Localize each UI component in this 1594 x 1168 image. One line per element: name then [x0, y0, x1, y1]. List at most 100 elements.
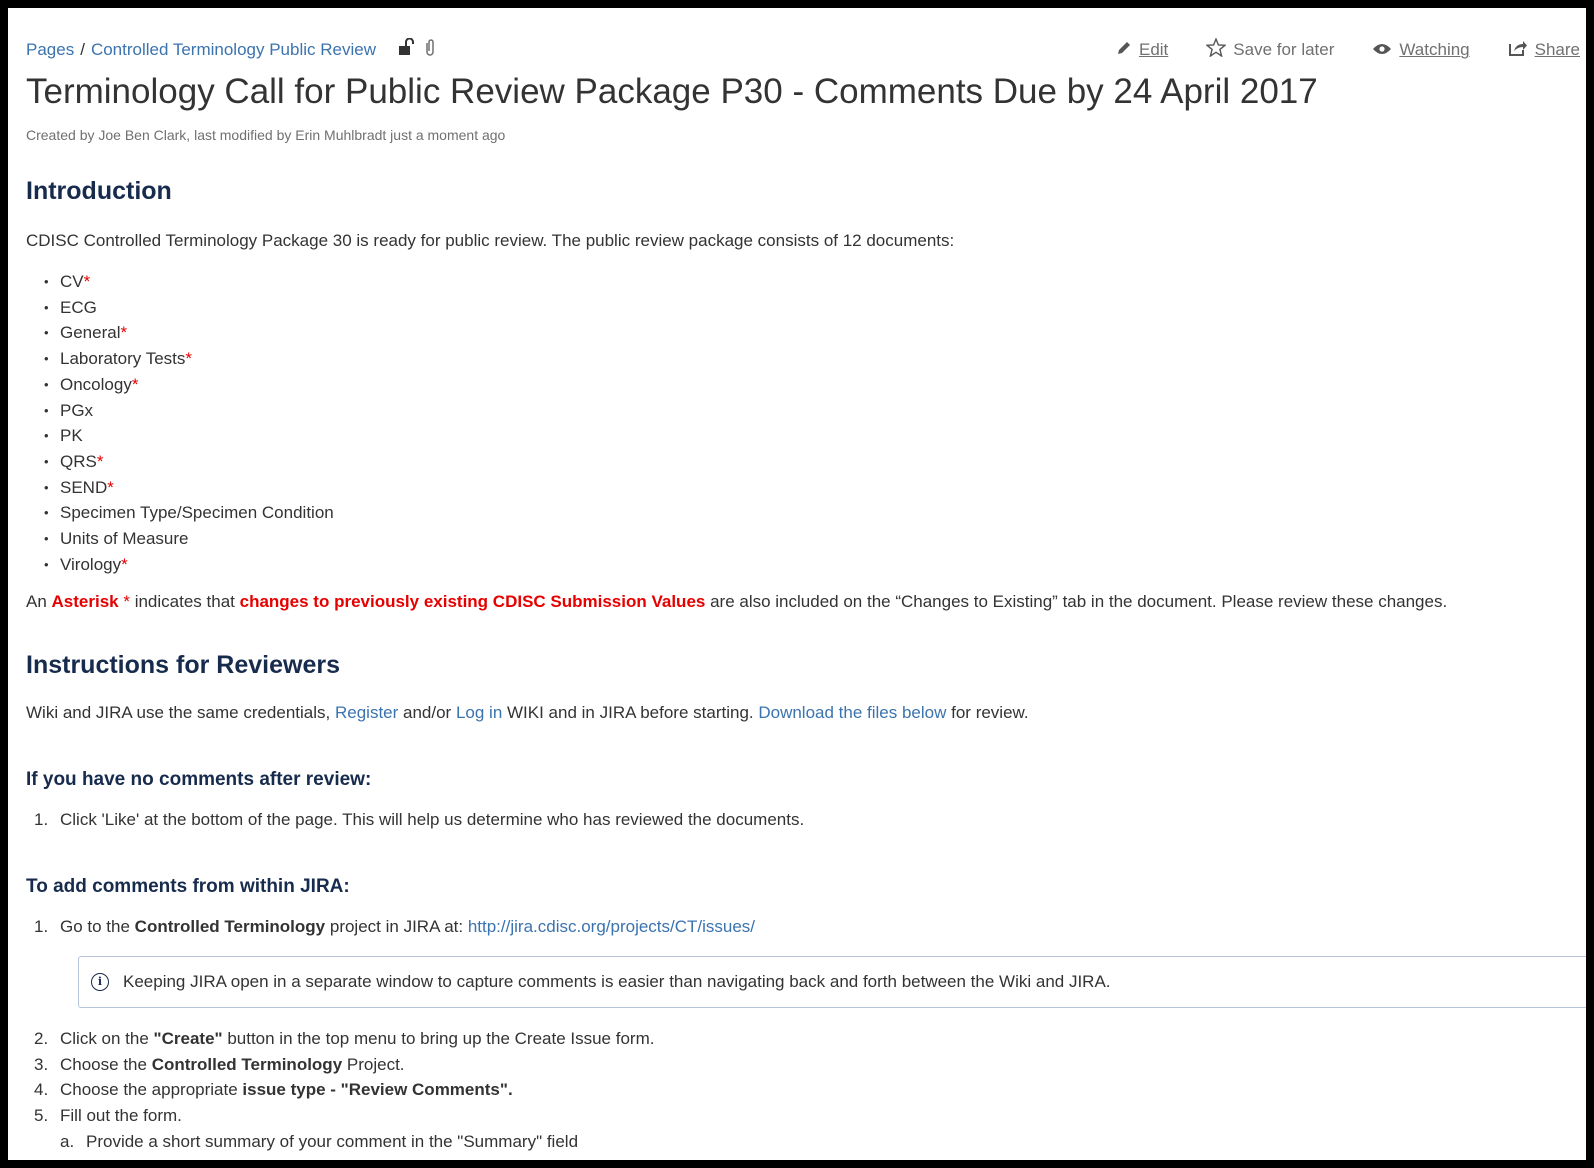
- step-text-bold: issue type - "Review Comments".: [242, 1080, 513, 1100]
- page-actions: Edit Save for later Watching Share: [1116, 37, 1580, 62]
- star-icon: [1205, 37, 1228, 62]
- list-item: a. Provide a short summary of your commen…: [60, 1129, 1586, 1155]
- list-item: 4. Choose the appropriate issue type - "R…: [34, 1077, 1586, 1103]
- jira-project-link[interactable]: http://jira.cdisc.org/projects/CT/issues…: [468, 917, 755, 936]
- step-text-pre: Click on the: [60, 1028, 154, 1048]
- breadcrumb-parent-link[interactable]: Controlled Terminology Public Review: [91, 40, 376, 60]
- instructions-heading: Instructions for Reviewers: [26, 651, 340, 680]
- step-text-bold: Controlled Terminology: [134, 917, 326, 937]
- step-text-bold: Controlled Terminology: [151, 1054, 343, 1074]
- document-name: Virology: [60, 554, 122, 574]
- page-title: Terminology Call for Public Review Packa…: [26, 72, 1318, 111]
- list-item: 2. Click on the "Create" button in the to…: [34, 1026, 1586, 1052]
- instructions-start: Wiki and JIRA use the same credentials,: [26, 703, 335, 723]
- step-text: Click 'Like' at the bottom of the page. …: [60, 809, 805, 829]
- edit-button[interactable]: Edit: [1116, 38, 1168, 62]
- watching-button[interactable]: Watching: [1372, 38, 1470, 62]
- breadcrumb-pages-link[interactable]: Pages: [26, 40, 74, 60]
- introduction-text: CDISC Controlled Terminology Package 30 …: [26, 231, 955, 250]
- list-item: ECG: [44, 295, 1586, 321]
- watching-label: Watching: [1399, 40, 1470, 59]
- page-content: Pages / Controlled Terminology Public Re…: [26, 8, 1586, 1154]
- edit-label: Edit: [1138, 40, 1169, 59]
- step-text: Fill out the form.: [60, 1105, 182, 1125]
- info-panel: i Keeping JIRA open in a separate window…: [78, 955, 1586, 1008]
- info-text: Keeping JIRA open in a separate window t…: [123, 971, 1111, 991]
- page-header: Pages / Controlled Terminology Public Re…: [26, 8, 1586, 70]
- document-name: ECG: [60, 297, 97, 317]
- step-text: Provide a short summary of your comment …: [86, 1131, 579, 1151]
- list-item: Oncology*: [44, 372, 1586, 398]
- step-number: 4.: [34, 1080, 49, 1100]
- unlock-icon[interactable]: [398, 37, 414, 61]
- instructions-and: and/or: [398, 703, 456, 723]
- asterisk-mark: *: [185, 349, 192, 369]
- pencil-icon: [1116, 40, 1132, 61]
- attachment-icon[interactable]: [424, 38, 436, 61]
- instructions-text: Wiki and JIRA use the same credentials, …: [26, 702, 1586, 724]
- step-text-pre: Choose the: [60, 1054, 152, 1074]
- step-text-mid: project in JIRA at:: [325, 917, 468, 937]
- asterisk-mark: *: [131, 374, 139, 394]
- list-item: General*: [44, 320, 1586, 346]
- list-item: SEND*: [44, 475, 1586, 501]
- step-text-post: Project.: [342, 1054, 405, 1074]
- eye-icon: [1372, 40, 1392, 60]
- document-list: CV* ECG General* Laboratory Tests* Oncol…: [26, 269, 1586, 577]
- step-number: 3.: [34, 1054, 49, 1074]
- step-number: 5.: [34, 1105, 49, 1125]
- register-link[interactable]: Register: [335, 703, 398, 722]
- step-number: 1.: [34, 809, 49, 829]
- introduction-heading: Introduction: [26, 177, 172, 205]
- share-button[interactable]: Share: [1508, 38, 1580, 62]
- breadcrumb-separator: /: [80, 39, 85, 59]
- no-comments-heading: If you have no comments after review:: [26, 768, 372, 790]
- asterisk-symbol: *: [118, 592, 135, 612]
- document-name: Oncology: [60, 374, 132, 394]
- note-suffix: are also included on the “Changes to Exi…: [705, 592, 1448, 612]
- list-item: CV*: [44, 269, 1586, 295]
- list-item: Specimen Type/Specimen Condition: [44, 500, 1586, 526]
- share-icon: [1508, 39, 1528, 62]
- document-name: Laboratory Tests: [60, 349, 186, 369]
- asterisk-mark: *: [96, 451, 104, 471]
- save-for-later-button[interactable]: Save for later: [1205, 37, 1334, 62]
- info-icon: i: [91, 972, 109, 991]
- asterisk-mark: *: [121, 554, 128, 574]
- instructions-end: for review.: [946, 703, 1029, 723]
- note-highlight: changes to previously existing CDISC Sub…: [239, 592, 706, 612]
- note-middle: indicates that: [134, 592, 240, 612]
- asterisk-mark: *: [120, 323, 128, 343]
- list-item: PK: [44, 423, 1586, 449]
- step-number: 1.: [34, 917, 49, 937]
- list-item: Virology*: [44, 552, 1586, 578]
- list-item: 1. Click 'Like' at the bottom of the page…: [34, 807, 1586, 833]
- substep-letter: a.: [60, 1131, 75, 1151]
- step-text-pre: Go to the: [60, 917, 135, 937]
- document-name: PK: [60, 426, 83, 446]
- document-name: PGx: [60, 400, 94, 420]
- list-item: Units of Measure: [44, 526, 1586, 552]
- document-name: CV: [60, 272, 84, 292]
- document-name: Specimen Type/Specimen Condition: [60, 503, 334, 523]
- document-name: QRS: [60, 451, 97, 471]
- list-item: 1. Go to the Controlled Terminology proje…: [34, 914, 1586, 940]
- document-name: SEND: [60, 477, 108, 497]
- download-files-link[interactable]: Download the files below: [758, 703, 946, 722]
- document-name: Units of Measure: [60, 528, 189, 548]
- jira-comments-heading: To add comments from within JIRA:: [26, 876, 350, 898]
- page-frame: Pages / Controlled Terminology Public Re…: [8, 8, 1586, 1160]
- step-text-bold: "Create": [153, 1028, 223, 1048]
- share-label: Share: [1534, 40, 1580, 59]
- no-comments-steps: 1. Click 'Like' at the bottom of the page…: [26, 807, 1586, 833]
- list-item: QRS*: [44, 449, 1586, 475]
- asterisk-mark: *: [107, 477, 114, 497]
- note-prefix: An: [26, 592, 52, 612]
- step-number: 2.: [34, 1028, 49, 1048]
- login-link[interactable]: Log in: [456, 703, 502, 722]
- list-item: PGx: [44, 398, 1586, 424]
- breadcrumb: Pages / Controlled Terminology Public Re…: [26, 37, 436, 61]
- instructions-mid: WIKI and in JIRA before starting.: [502, 703, 759, 723]
- document-name: General: [60, 323, 121, 343]
- list-item: 3. Choose the Controlled Terminology Proj…: [34, 1052, 1586, 1078]
